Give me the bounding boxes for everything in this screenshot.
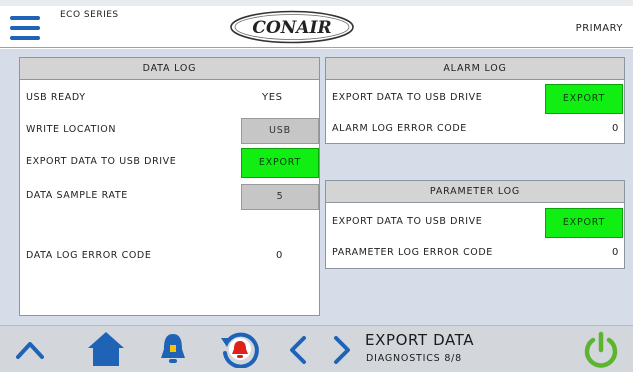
sample-rate-label: DATA SAMPLE RATE <box>26 190 128 201</box>
home-icon[interactable] <box>86 330 126 368</box>
data-error-label: DATA LOG ERROR CODE <box>26 250 152 261</box>
data-export-label: EXPORT DATA TO USB DRIVE <box>26 156 177 167</box>
parameter-log-title: PARAMETER LOG <box>326 181 624 203</box>
parameter-export-button[interactable]: EXPORT <box>545 208 623 238</box>
data-export-button[interactable]: EXPORT <box>241 148 319 178</box>
conair-logo: CONAIR <box>230 10 354 44</box>
data-error-value: 0 <box>276 250 283 261</box>
data-export-row: EXPORT DATA TO USB DRIVE EXPORT <box>20 148 319 178</box>
usb-ready-value: YES <box>262 92 283 103</box>
parameter-export-label: EXPORT DATA TO USB DRIVE <box>332 216 483 227</box>
data-error-row: DATA LOG ERROR CODE 0 <box>20 242 319 272</box>
mode-label: PRIMARY <box>575 23 623 34</box>
usb-ready-row: USB READY YES <box>20 84 319 114</box>
chevron-left-icon[interactable] <box>286 334 310 366</box>
alarm-error-value: 0 <box>612 123 619 134</box>
header-bar: ECO SERIES CONAIR PRIMARY <box>0 6 633 48</box>
alarm-log-panel: ALARM LOG EXPORT DATA TO USB DRIVE EXPOR… <box>325 57 625 144</box>
alarm-error-label: ALARM LOG ERROR CODE <box>332 123 467 134</box>
parameter-error-row: PARAMETER LOG ERROR CODE 0 <box>326 239 624 269</box>
parameter-log-panel: PARAMETER LOG EXPORT DATA TO USB DRIVE E… <box>325 180 625 269</box>
alarm-export-button[interactable]: EXPORT <box>545 84 623 114</box>
parameter-export-row: EXPORT DATA TO USB DRIVE EXPORT <box>326 208 624 238</box>
data-log-title: DATA LOG <box>20 58 319 80</box>
bell-icon[interactable] <box>158 332 188 366</box>
sample-rate-button[interactable]: 5 <box>241 184 319 210</box>
hamburger-menu-icon[interactable] <box>10 14 40 42</box>
write-location-button[interactable]: USB <box>241 118 319 144</box>
alarm-export-row: EXPORT DATA TO USB DRIVE EXPORT <box>326 84 624 114</box>
logo-text: CONAIR <box>252 18 331 38</box>
alarm-error-row: ALARM LOG ERROR CODE 0 <box>326 115 624 145</box>
usb-ready-label: USB READY <box>26 92 86 103</box>
chevron-right-icon[interactable] <box>330 334 354 366</box>
footer-nav-bar: EXPORT DATA DIAGNOSTICS 8/8 <box>0 325 633 372</box>
alarm-history-icon[interactable] <box>219 330 259 368</box>
sample-rate-row: DATA SAMPLE RATE 5 <box>20 182 319 212</box>
write-location-label: WRITE LOCATION <box>26 124 117 135</box>
parameter-error-label: PARAMETER LOG ERROR CODE <box>332 247 493 258</box>
power-icon[interactable] <box>582 331 620 369</box>
data-log-panel: DATA LOG USB READY YES WRITE LOCATION US… <box>19 57 320 316</box>
alarm-export-label: EXPORT DATA TO USB DRIVE <box>332 92 483 103</box>
write-location-row: WRITE LOCATION USB <box>20 116 319 146</box>
screen-subtitle: DIAGNOSTICS 8/8 <box>366 353 463 364</box>
main-content: DATA LOG USB READY YES WRITE LOCATION US… <box>0 49 633 325</box>
chevron-up-icon[interactable] <box>14 336 46 362</box>
parameter-error-value: 0 <box>612 247 619 258</box>
series-label: ECO SERIES <box>60 10 119 20</box>
screen-title: EXPORT DATA <box>365 331 475 349</box>
alarm-log-title: ALARM LOG <box>326 58 624 80</box>
